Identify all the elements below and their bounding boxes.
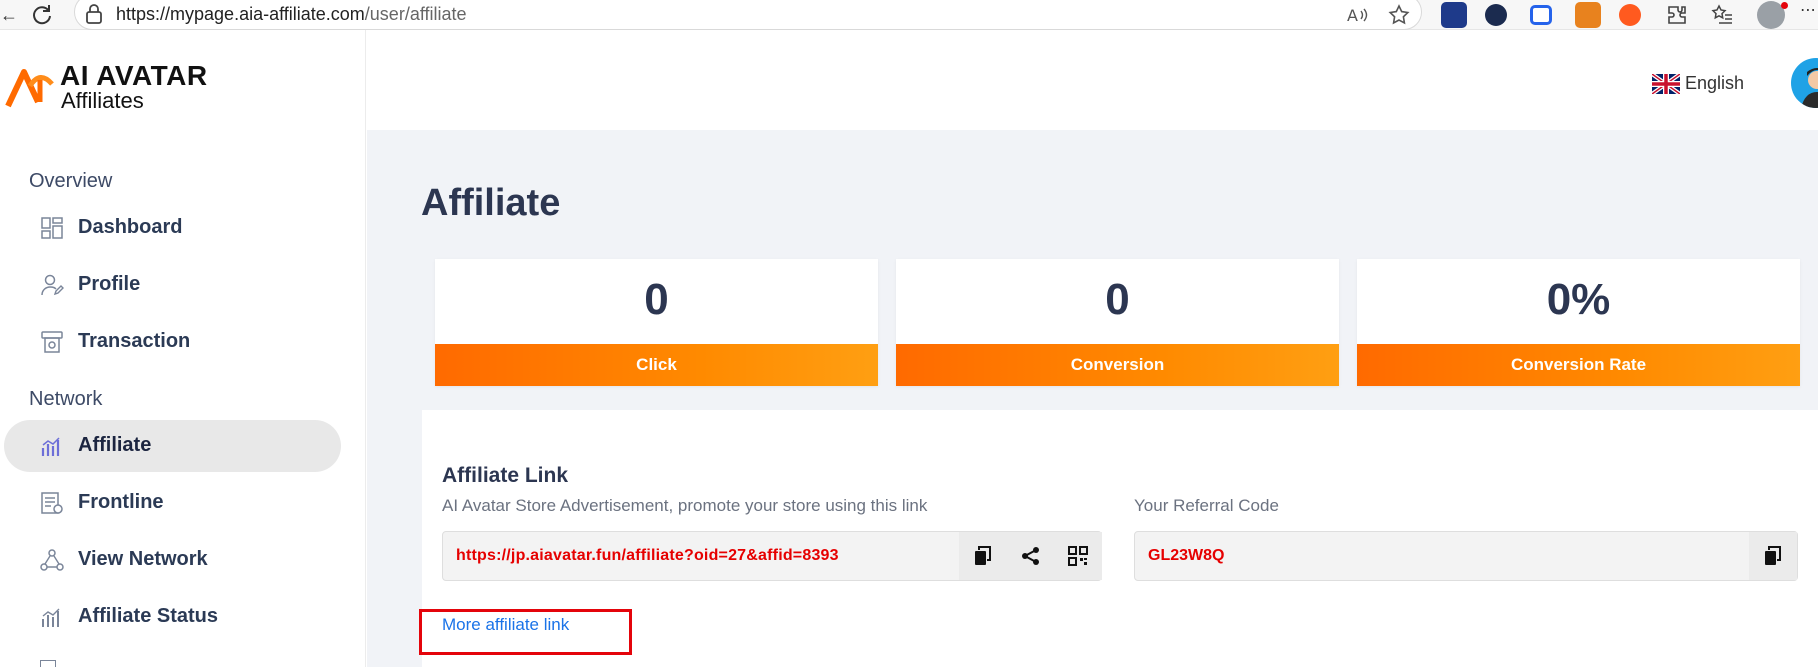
sidebar-item-profile[interactable]: Profile (4, 259, 341, 311)
sidebar-item-label: Affiliate (78, 434, 152, 456)
dashboard-icon (41, 217, 63, 239)
affiliate-link-subtitle: AI Avatar Store Advertisement, promote y… (442, 496, 928, 515)
logo-subtitle: Affiliates (61, 88, 144, 113)
extension-3-icon[interactable] (1530, 5, 1552, 25)
main-content: English Affiliate 0 Click 0 Conversion 0… (367, 30, 1818, 667)
metamask-icon[interactable] (1575, 2, 1601, 28)
stat-bar: Click (435, 344, 878, 386)
stat-label: Click (636, 355, 677, 374)
uk-flag-icon[interactable] (1652, 74, 1680, 94)
top-header: English (367, 30, 1818, 130)
svg-text:A: A (1347, 6, 1358, 25)
extensions-puzzle-icon[interactable] (1665, 3, 1689, 27)
ai-avatar-logo-icon (5, 69, 54, 108)
sidebar: AI AVATAR Affiliates Overview Dashboard … (0, 30, 366, 667)
sidebar-item-view-network[interactable]: View Network (4, 534, 341, 586)
url-path: /user/affiliate (364, 4, 467, 24)
affiliate-status-icon (42, 608, 60, 627)
sidebar-item-affiliate[interactable]: Affiliate (4, 420, 341, 472)
profile-icon (41, 274, 64, 296)
share-link-button[interactable] (1007, 532, 1055, 580)
stat-bar: Conversion Rate (1357, 344, 1800, 386)
referral-code-value[interactable]: GL23W8Q (1148, 547, 1224, 565)
page-title: Affiliate (421, 182, 561, 224)
section-overview: Overview (29, 170, 113, 192)
copy-referral-code-button[interactable] (1749, 532, 1797, 580)
app-root: ← https://mypage.aia-affiliate.com/user/… (0, 0, 1818, 667)
extension-2-icon[interactable] (1485, 4, 1507, 26)
stat-label: Conversion (1070, 355, 1165, 374)
url-domain: https://mypage.aia-affiliate.com (116, 4, 365, 24)
stat-value: 0 (1105, 275, 1130, 324)
sidebar-item-label: Frontline (78, 491, 164, 513)
stat-bar: Conversion (896, 344, 1339, 386)
affiliate-link-title: Affiliate Link (442, 464, 569, 487)
affiliate-icon (41, 437, 60, 456)
stat-label: Conversion Rate (1510, 355, 1647, 374)
lock-icon[interactable] (84, 3, 104, 25)
stat-card-conversion-rate: 0% Conversion Rate (1357, 259, 1800, 386)
read-aloud-icon[interactable]: A (1346, 3, 1370, 27)
sidebar-item-label: Affiliate Status (78, 605, 219, 627)
stat-card-conversion: 0 Conversion (896, 259, 1339, 386)
sidebar-item-label: Transaction (78, 330, 191, 352)
network-icon (40, 549, 64, 571)
sidebar-item-affiliate-status[interactable]: Affiliate Status (4, 591, 341, 643)
qr-code-button[interactable] (1054, 532, 1102, 580)
copy-link-button[interactable] (959, 532, 1007, 580)
copy-icon (975, 546, 991, 565)
sidebar-next-item-icon (40, 660, 56, 667)
transaction-icon (41, 331, 63, 353)
extension-5-icon[interactable] (1619, 4, 1641, 26)
language-selector[interactable]: English (1685, 73, 1744, 94)
qr-code-icon (1068, 546, 1088, 566)
sidebar-item-frontline[interactable]: Frontline (4, 477, 341, 529)
back-arrow-icon[interactable]: ← (0, 4, 18, 26)
extension-1-icon[interactable] (1441, 2, 1467, 28)
stat-value: 0% (1546, 275, 1611, 324)
affiliate-link-field[interactable]: https://jp.aiavatar.fun/affiliate?oid=27… (442, 531, 1102, 581)
reload-icon[interactable] (30, 3, 54, 27)
referral-code-field[interactable]: GL23W8Q (1134, 531, 1798, 581)
referral-code-title: Your Referral Code (1134, 496, 1279, 515)
favorite-star-icon[interactable] (1387, 3, 1411, 27)
sidebar-item-label: Dashboard (78, 216, 183, 238)
notification-dot-icon (1781, 2, 1788, 9)
stat-card-click: 0 Click (435, 259, 878, 386)
annotation-highlight-box (419, 609, 632, 655)
affiliate-link-value[interactable]: https://jp.aiavatar.fun/affiliate?oid=27… (456, 547, 839, 565)
browser-toolbar: ← https://mypage.aia-affiliate.com/user/… (0, 0, 1818, 30)
sidebar-item-label: Profile (78, 273, 141, 295)
stat-value: 0 (644, 275, 669, 324)
favorites-list-icon[interactable] (1710, 3, 1734, 27)
sidebar-item-label: View Network (78, 548, 208, 570)
copy-icon (1765, 546, 1781, 565)
user-avatar[interactable] (1791, 58, 1818, 108)
url-text[interactable]: https://mypage.aia-affiliate.com/user/af… (116, 4, 467, 25)
frontline-icon (41, 492, 63, 514)
user-avatar-icon (1801, 68, 1818, 108)
more-options-icon[interactable]: ⋯ (1800, 0, 1818, 26)
sidebar-item-transaction[interactable]: Transaction (4, 316, 341, 368)
share-icon (1022, 547, 1039, 565)
section-network: Network (29, 388, 103, 410)
sidebar-item-dashboard[interactable]: Dashboard (4, 202, 341, 254)
